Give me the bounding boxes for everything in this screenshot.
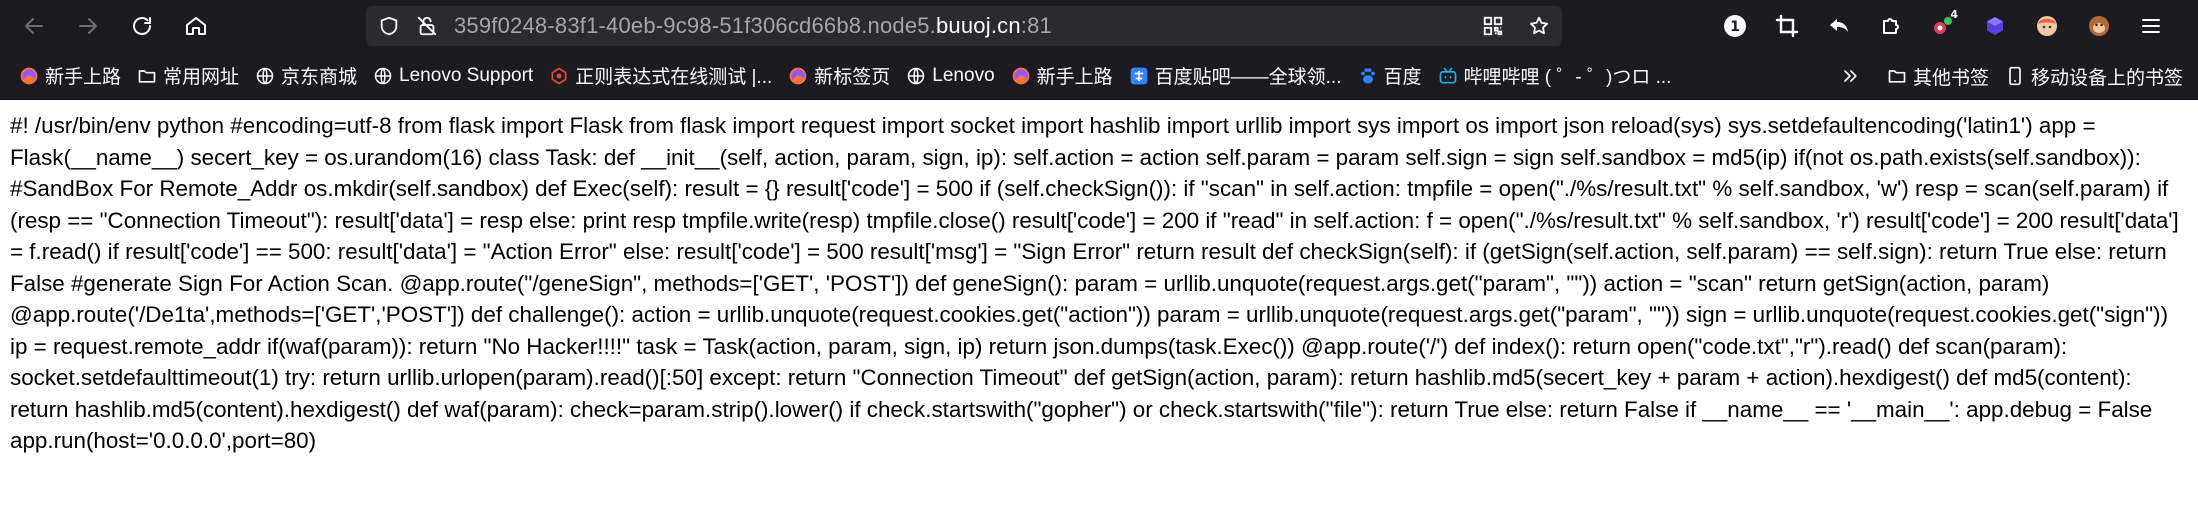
globe-icon bbox=[254, 65, 276, 87]
bookmark-label: 其他书签 bbox=[1912, 67, 1989, 89]
extension-counter-button[interactable]: 1 bbox=[1714, 6, 1756, 46]
number-one-icon: 1 bbox=[1724, 15, 1746, 37]
baidu-icon bbox=[1357, 65, 1379, 87]
more-bookmarks-chevron[interactable] bbox=[1833, 58, 1872, 94]
mobile-bookmarks-folder[interactable]: 移动设备上的书签 bbox=[1998, 58, 2189, 94]
folder-icon bbox=[136, 65, 158, 87]
home-icon bbox=[186, 17, 206, 35]
double-chevron-right-icon bbox=[1839, 65, 1861, 87]
bookmark-label: Lenovo Support bbox=[399, 64, 534, 86]
menu-button[interactable] bbox=[2130, 6, 2172, 46]
bookmark-label: 百度 bbox=[1383, 67, 1422, 88]
browser-toolbar: 359f0248-83f1-40eb-9c98-51f306cd66b8.nod… bbox=[0, 0, 2198, 52]
crop-extension-button[interactable] bbox=[1766, 6, 1808, 46]
bookmark-label: 正则表达式在线测试 |... bbox=[575, 67, 773, 88]
undo-arrow-icon bbox=[1830, 19, 1848, 32]
purple-cube-icon bbox=[1987, 17, 2003, 35]
hamburger-menu-icon bbox=[2142, 19, 2160, 33]
bookmark-item[interactable]: 百度 bbox=[1351, 58, 1428, 94]
bookmark-label: 京东商城 bbox=[281, 67, 358, 88]
notification-count: 4 bbox=[1950, 8, 1958, 21]
bookmark-label: Lenovo bbox=[932, 64, 995, 86]
reload-button[interactable] bbox=[122, 6, 162, 46]
bookmark-label: 百度贴吧——全球领... bbox=[1154, 67, 1342, 88]
anime-avatar-icon bbox=[2037, 16, 2057, 36]
puzzle-piece-icon bbox=[1883, 18, 1899, 34]
bookmark-item[interactable]: 京东商城 bbox=[248, 58, 363, 94]
firefox-icon bbox=[18, 65, 40, 87]
address-bar[interactable]: 359f0248-83f1-40eb-9c98-51f306cd66b8.nod… bbox=[366, 6, 1562, 46]
notification-extension-button[interactable]: 4 bbox=[1922, 6, 1964, 46]
bookmark-label: 新标签页 bbox=[814, 67, 891, 88]
folder-icon bbox=[1886, 65, 1908, 87]
forward-button[interactable] bbox=[68, 6, 108, 46]
bookmarks-toolbar: 新手上路 常用网址 京东商城 Lenovo Support 正则表达式在线测试 … bbox=[0, 52, 2198, 100]
shield-icon[interactable] bbox=[376, 13, 402, 39]
bookmark-item[interactable]: 新标签页 bbox=[781, 58, 896, 94]
bookmarks-right-area: 其他书签 移动设备上的书签 bbox=[1833, 58, 2192, 94]
bookmark-label: 新手上路 bbox=[1036, 67, 1113, 88]
bookmark-item[interactable]: 新手上路 bbox=[12, 58, 127, 94]
home-button[interactable] bbox=[176, 6, 216, 46]
bookmark-label: 哔哩哔哩 ( ゜- ゜)つロ ... bbox=[1463, 67, 1672, 88]
firefox-icon bbox=[787, 65, 809, 87]
lock-insecure-icon[interactable] bbox=[414, 13, 440, 39]
arrow-left-icon bbox=[25, 18, 43, 34]
bookmark-label: 新手上路 bbox=[45, 67, 122, 88]
globe-icon bbox=[905, 65, 927, 87]
bookmark-item[interactable]: Lenovo Support bbox=[366, 58, 539, 94]
source-code-text: #! /usr/bin/env python #encoding=utf-8 f… bbox=[10, 113, 2179, 453]
regex-icon bbox=[548, 65, 570, 87]
firefox-icon bbox=[1010, 65, 1032, 87]
crop-icon bbox=[1775, 14, 1799, 38]
puzzle-extension-button[interactable] bbox=[1870, 6, 1912, 46]
bookmark-item[interactable]: 哔哩哔哩 ( ゜- ゜)つロ ... bbox=[1431, 58, 1678, 94]
extensions-area: 1 4 bbox=[1714, 6, 2172, 46]
bookmark-item[interactable]: 百度贴吧——全球领... bbox=[1122, 58, 1348, 94]
qr-code-icon[interactable] bbox=[1480, 13, 1506, 39]
cube-extension-button[interactable] bbox=[1974, 6, 2016, 46]
star-bookmark-icon[interactable] bbox=[1526, 13, 1552, 39]
avatar-extension-button[interactable] bbox=[2026, 6, 2068, 46]
bookmark-item[interactable]: 新手上路 bbox=[1004, 58, 1119, 94]
bookmark-label: 移动设备上的书签 bbox=[2030, 67, 2183, 89]
other-bookmarks-folder[interactable]: 其他书签 bbox=[1880, 58, 1995, 94]
undo-extension-button[interactable] bbox=[1818, 6, 1860, 46]
monkey-face-icon bbox=[2089, 16, 2109, 36]
arrow-right-icon bbox=[79, 18, 97, 34]
bookmark-folder[interactable]: 常用网址 bbox=[130, 58, 245, 94]
bookmark-item[interactable]: Lenovo bbox=[899, 58, 1000, 94]
monkey-extension-button[interactable] bbox=[2078, 6, 2120, 46]
page-content: #! /usr/bin/env python #encoding=utf-8 f… bbox=[0, 101, 2198, 531]
bookmark-label: 常用网址 bbox=[163, 67, 240, 88]
globe-icon bbox=[372, 65, 394, 87]
bookmark-item[interactable]: 正则表达式在线测试 |... bbox=[542, 58, 778, 94]
tieba-icon bbox=[1128, 65, 1150, 87]
url-text[interactable]: 359f0248-83f1-40eb-9c98-51f306cd66b8.nod… bbox=[454, 13, 1052, 39]
back-button[interactable] bbox=[14, 6, 54, 46]
bilibili-icon bbox=[1437, 65, 1459, 87]
mobile-phone-icon bbox=[2004, 65, 2026, 87]
svg-text:1: 1 bbox=[1730, 19, 1740, 35]
reload-icon bbox=[133, 17, 151, 35]
